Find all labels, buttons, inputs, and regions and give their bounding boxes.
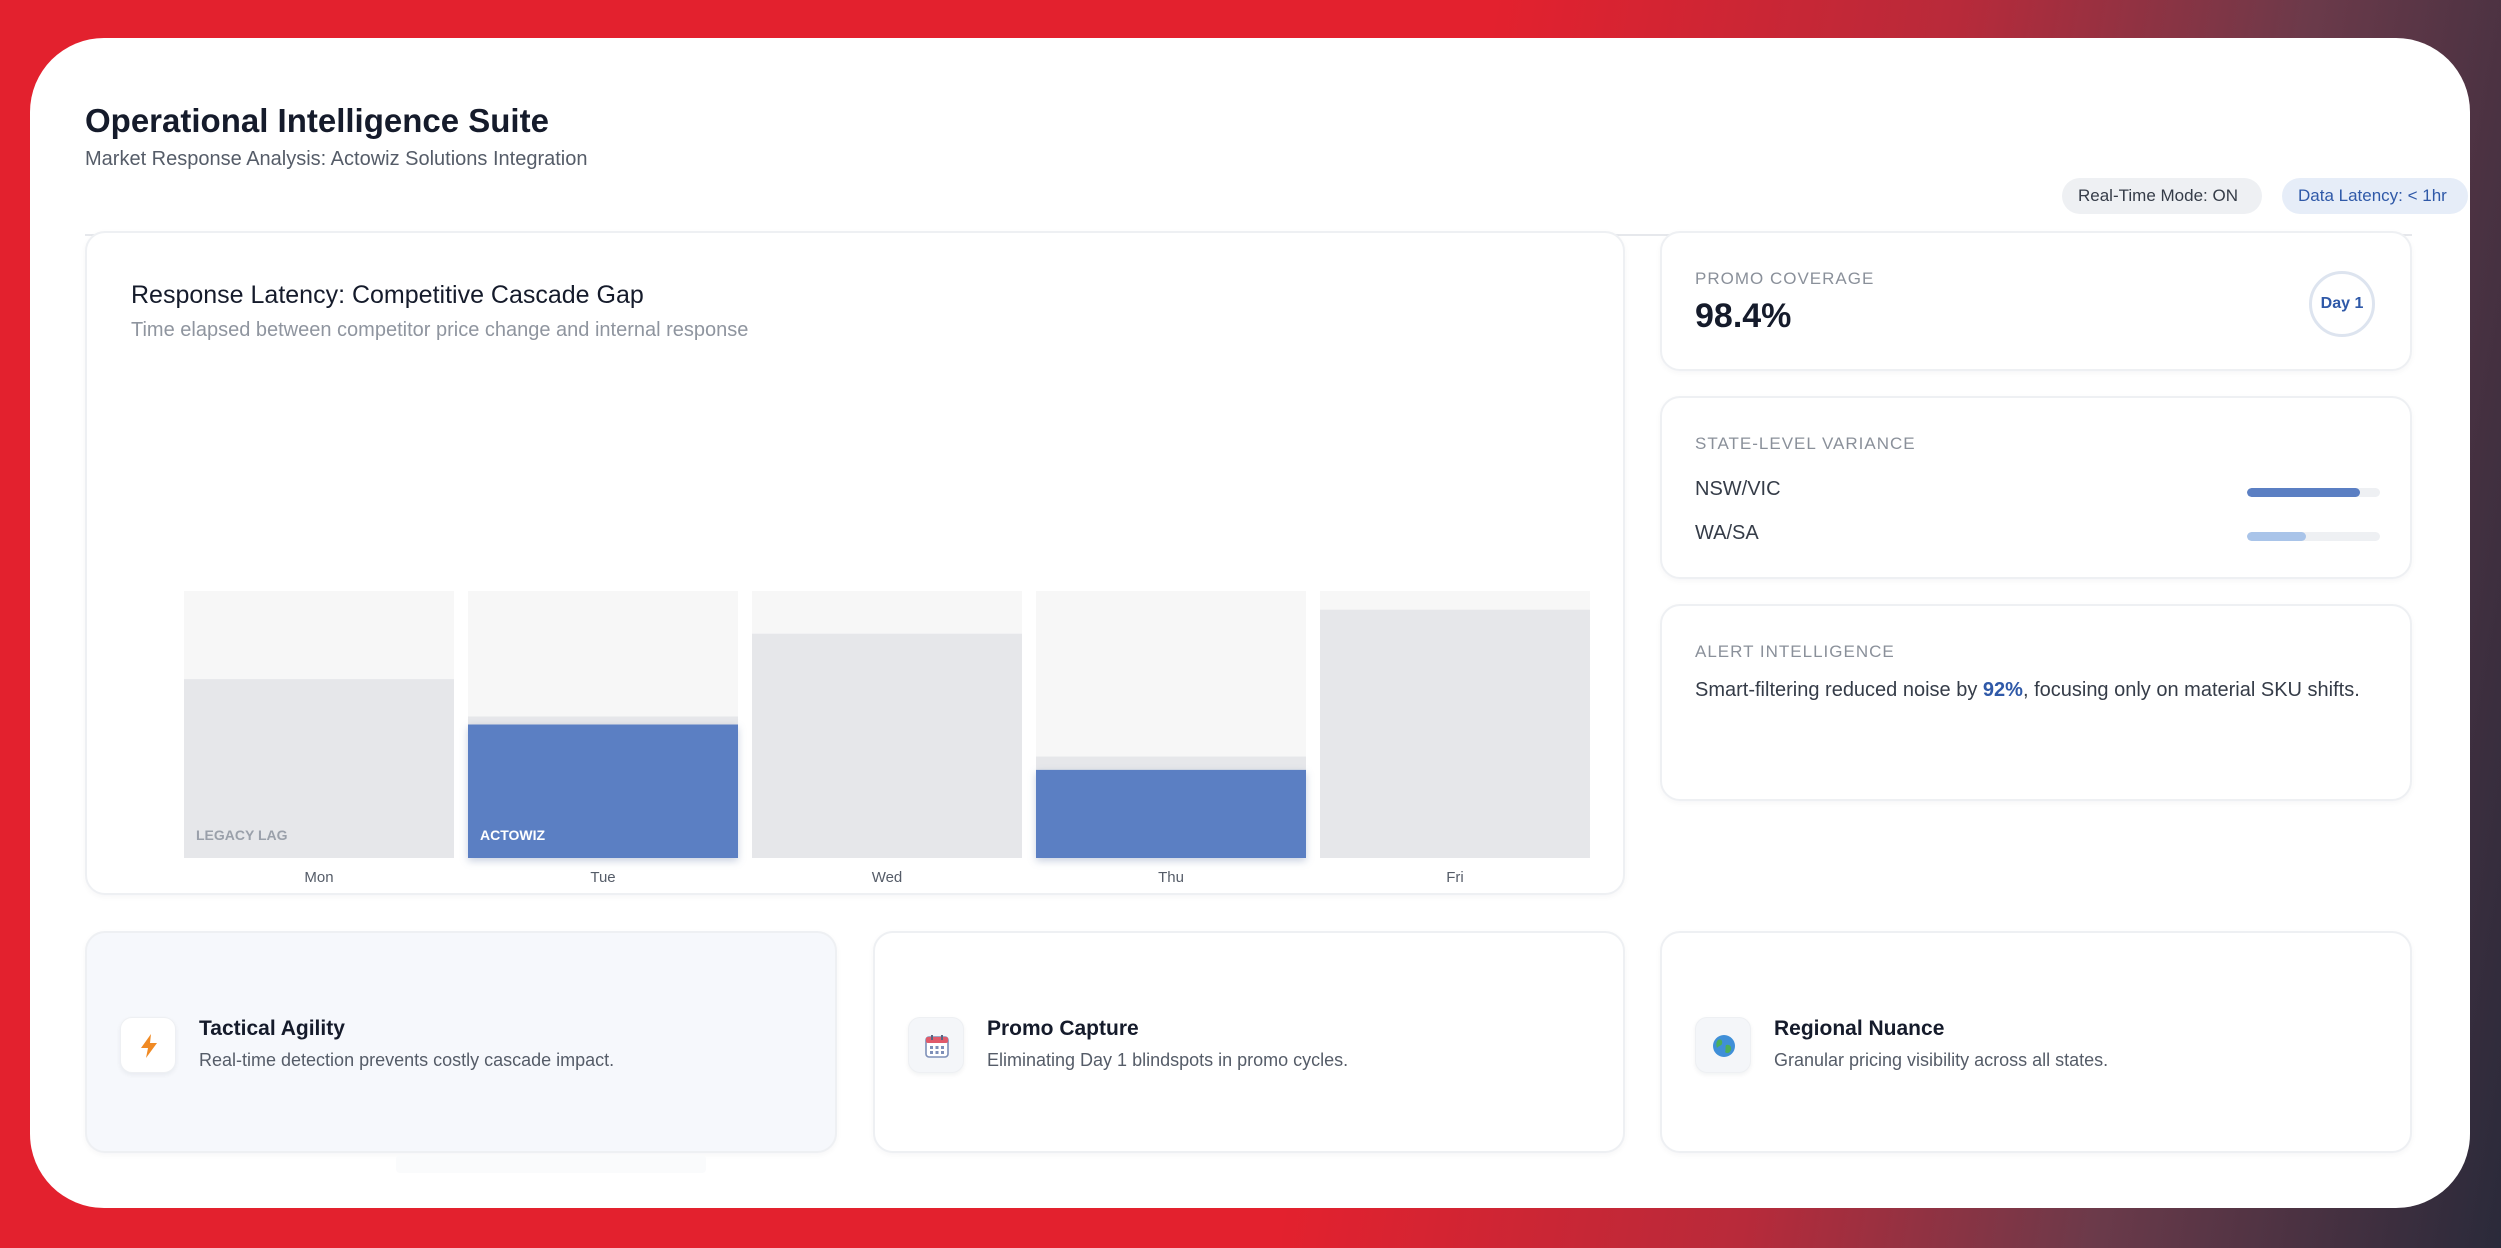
feature-icon-box [1695,1017,1751,1073]
realtime-mode-badge[interactable]: Real-Time Mode: ON [2062,178,2262,214]
feature-description: Real-time detection prevents costly casc… [199,1050,615,1070]
app-frame: Operational Intelligence Suite Market Re… [30,38,2470,1208]
state-variance-label: STATE-LEVEL VARIANCE [1695,434,1916,453]
feature-title: Regional Nuance [1774,1017,1945,1040]
feature-title: Promo Capture [987,1017,1139,1040]
globe-icon [1713,1035,1735,1057]
alert-text-after: , focusing only on material SKU shifts. [2022,679,2360,701]
alert-intelligence-label: ALERT INTELLIGENCE [1695,642,1895,661]
page-title: Operational Intelligence Suite [85,102,549,139]
variance-bar-fill [2247,532,2306,541]
feature-description: Eliminating Day 1 blindspots in promo cy… [987,1050,1349,1070]
feature-title: Tactical Agility [199,1017,345,1040]
feature-card-promo-capture[interactable]: Promo Capture Eliminating Day 1 blindspo… [873,931,1625,1153]
x-tick-label: Wed [872,869,903,886]
x-tick-label: Mon [304,869,333,886]
variance-bar-fill [2247,488,2361,497]
feature-description: Granular pricing visibility across all s… [1774,1050,2109,1070]
promo-coverage-value: 98.4% [1695,297,1792,335]
promo-coverage-label: PROMO COVERAGE [1695,269,1875,288]
promo-coverage-card: PROMO COVERAGE 98.4% Day 1 [1660,231,2412,371]
alert-intelligence-text: Smart-filtering reduced noise by 92%, fo… [1695,676,2375,705]
latency-bar-chart: Mon Tue Wed Thu Fri LEGACY LAG ACTOWIZ [184,591,1590,886]
x-tick-label: Fri [1446,869,1464,886]
feature-icon-box [908,1017,964,1073]
x-tick-label: Tue [590,869,615,886]
variance-row-nsw-vic-label: NSW/VIC [1695,478,1781,500]
page-subtitle: Market Response Analysis: Actowiz Soluti… [85,148,588,170]
state-variance-card: STATE-LEVEL VARIANCE NSW/VIC WA/SA [1660,396,2412,579]
lightning-icon [141,1034,157,1058]
alert-highlight-value: 92% [1982,679,2023,701]
response-latency-chart-card: Response Latency: Competitive Cascade Ga… [85,231,1625,895]
legacy-lag-bar [752,633,1022,858]
day-one-badge: Day 1 [2309,271,2375,337]
x-tick-label: Thu [1158,869,1184,886]
data-latency-badge[interactable]: Data Latency: < 1hr [2282,178,2468,214]
decorative-shadow [396,1155,706,1173]
actowiz-label: ACTOWIZ [480,827,546,843]
variance-row-wa-sa-label: WA/SA [1695,522,1759,544]
alert-intelligence-card: ALERT INTELLIGENCE Smart-filtering reduc… [1660,604,2412,801]
page-header: Operational Intelligence Suite Market Re… [85,102,2468,236]
feature-card-tactical-agility[interactable]: Tactical Agility Real-time detection pre… [85,931,837,1153]
alert-text-before: Smart-filtering reduced noise by [1695,679,1983,701]
variance-row-nsw-vic-bar [2247,488,2380,497]
feature-card-regional-nuance[interactable]: Regional Nuance Granular pricing visibil… [1660,931,2412,1153]
actowiz-bar [1036,769,1306,858]
variance-row-wa-sa-bar [2247,532,2380,541]
legacy-lag-label: LEGACY LAG [196,827,288,843]
legacy-lag-bar [1320,609,1590,858]
calendar-icon [925,1035,949,1058]
feature-icon-box [120,1017,176,1073]
